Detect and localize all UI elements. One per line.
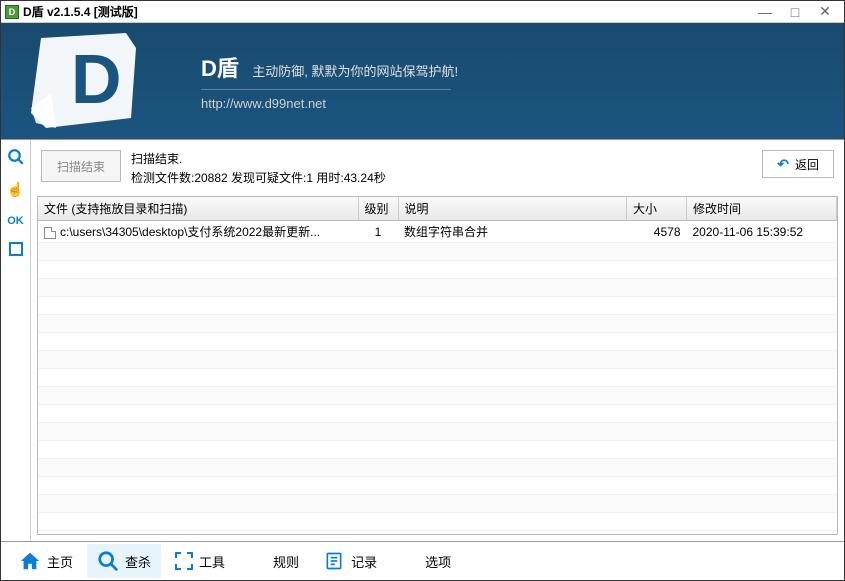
table-row-empty bbox=[38, 261, 837, 279]
return-label: 返回 bbox=[795, 156, 819, 173]
app-name: D盾 bbox=[201, 51, 239, 83]
return-icon: ↶ bbox=[777, 156, 789, 173]
sidebar-ok-icon[interactable]: OK bbox=[5, 210, 27, 232]
tools-icon bbox=[175, 552, 193, 570]
table-row-empty bbox=[38, 243, 837, 261]
sidebar-hand-icon[interactable]: ☝ bbox=[5, 178, 27, 200]
main-area: ☝ OK 扫描结束 扫描结束. 检测文件数:20882 发现可疑文件:1 用时:… bbox=[1, 139, 844, 542]
header-banner: D D盾 主动防御, 默默为你的网站保驾护航! http://www.d99ne… bbox=[1, 23, 844, 139]
nav-log-label: 记录 bbox=[351, 552, 377, 571]
app-window: D D盾 v2.1.5.4 [测试版] — □ ✕ D D盾 主动防御, 默默为… bbox=[0, 0, 845, 581]
sidebar: ☝ OK bbox=[1, 140, 31, 541]
file-icon bbox=[44, 227, 56, 239]
col-header-file[interactable]: 文件 (支持拖放目录和扫描) bbox=[38, 197, 358, 221]
table-row[interactable]: c:\users\34305\desktop\支付系统2022最新更新... 1… bbox=[38, 221, 837, 243]
nav-scan[interactable]: 查杀 bbox=[87, 544, 161, 578]
content: 扫描结束 扫描结束. 检测文件数:20882 发现可疑文件:1 用时:43.24… bbox=[31, 140, 844, 541]
app-slogan: 主动防御, 默默为你的网站保驾护航! bbox=[252, 61, 458, 80]
nav-options[interactable]: 选项 bbox=[391, 546, 461, 577]
cell-level: 1 bbox=[358, 221, 398, 243]
table-row-empty bbox=[38, 369, 837, 387]
cell-size: 4578 bbox=[627, 221, 687, 243]
table-row-empty bbox=[38, 315, 837, 333]
nav-home[interactable]: 主页 bbox=[9, 544, 83, 578]
close-button[interactable]: ✕ bbox=[818, 5, 832, 19]
col-header-size[interactable]: 大小 bbox=[627, 197, 687, 221]
status-text: 扫描结束. 检测文件数:20882 发现可疑文件:1 用时:43.24秒 bbox=[131, 150, 752, 188]
table-row-empty bbox=[38, 351, 837, 369]
window-title: D盾 v2.1.5.4 [测试版] bbox=[23, 3, 758, 20]
svg-text:D: D bbox=[71, 40, 122, 118]
app-icon: D bbox=[5, 5, 19, 19]
nav-rules[interactable]: 规则 bbox=[239, 546, 309, 577]
search-icon bbox=[97, 550, 119, 572]
log-icon bbox=[323, 550, 345, 572]
options-icon bbox=[401, 552, 419, 570]
table-row-empty bbox=[38, 513, 837, 531]
nav-tools[interactable]: 工具 bbox=[165, 546, 235, 577]
table-row-empty bbox=[38, 459, 837, 477]
sidebar-search-icon[interactable] bbox=[5, 146, 27, 168]
table-row-empty bbox=[38, 495, 837, 513]
results-table-container: 文件 (支持拖放目录和扫描) 级别 说明 大小 修改时间 c:\users\34… bbox=[37, 196, 838, 535]
nav-log[interactable]: 记录 bbox=[313, 544, 387, 578]
sidebar-square-icon[interactable] bbox=[9, 242, 23, 256]
results-table: 文件 (支持拖放目录和扫描) 级别 说明 大小 修改时间 c:\users\34… bbox=[38, 197, 837, 531]
col-header-desc[interactable]: 说明 bbox=[398, 197, 627, 221]
nav-scan-label: 查杀 bbox=[125, 552, 151, 571]
bottom-nav: 主页 查杀 工具 规则 记录 选项 bbox=[1, 542, 844, 580]
toolbar: 扫描结束 扫描结束. 检测文件数:20882 发现可疑文件:1 用时:43.24… bbox=[37, 146, 838, 192]
header-text: D盾 主动防御, 默默为你的网站保驾护航! http://www.d99net.… bbox=[201, 51, 458, 111]
table-row-empty bbox=[38, 297, 837, 315]
table-header-row: 文件 (支持拖放目录和扫描) 级别 说明 大小 修改时间 bbox=[38, 197, 837, 221]
nav-rules-label: 规则 bbox=[273, 552, 299, 571]
status-line2: 检测文件数:20882 发现可疑文件:1 用时:43.24秒 bbox=[131, 169, 752, 188]
status-line1: 扫描结束. bbox=[131, 150, 752, 169]
col-header-level[interactable]: 级别 bbox=[358, 197, 398, 221]
table-row-empty bbox=[38, 333, 837, 351]
return-button[interactable]: ↶ 返回 bbox=[762, 150, 834, 178]
table-row-empty bbox=[38, 477, 837, 495]
table-row-empty bbox=[38, 441, 837, 459]
table-row-empty bbox=[38, 279, 837, 297]
nav-home-label: 主页 bbox=[47, 552, 73, 571]
rules-icon bbox=[249, 552, 267, 570]
minimize-button[interactable]: — bbox=[758, 5, 772, 19]
home-icon bbox=[19, 550, 41, 572]
nav-tools-label: 工具 bbox=[199, 552, 225, 571]
col-header-mtime[interactable]: 修改时间 bbox=[687, 197, 837, 221]
cell-file: c:\users\34305\desktop\支付系统2022最新更新... bbox=[38, 221, 358, 243]
table-row-empty bbox=[38, 405, 837, 423]
titlebar: D D盾 v2.1.5.4 [测试版] — □ ✕ bbox=[1, 1, 844, 23]
app-url[interactable]: http://www.d99net.net bbox=[201, 89, 451, 111]
maximize-button[interactable]: □ bbox=[788, 5, 802, 19]
window-controls: — □ ✕ bbox=[758, 5, 840, 19]
nav-options-label: 选项 bbox=[425, 552, 451, 571]
cell-desc: 数组字符串合并 bbox=[398, 221, 627, 243]
cell-mtime: 2020-11-06 15:39:52 bbox=[687, 221, 837, 243]
table-row-empty bbox=[38, 387, 837, 405]
table-row-empty bbox=[38, 423, 837, 441]
scan-button[interactable]: 扫描结束 bbox=[41, 150, 121, 182]
logo: D bbox=[21, 23, 161, 139]
